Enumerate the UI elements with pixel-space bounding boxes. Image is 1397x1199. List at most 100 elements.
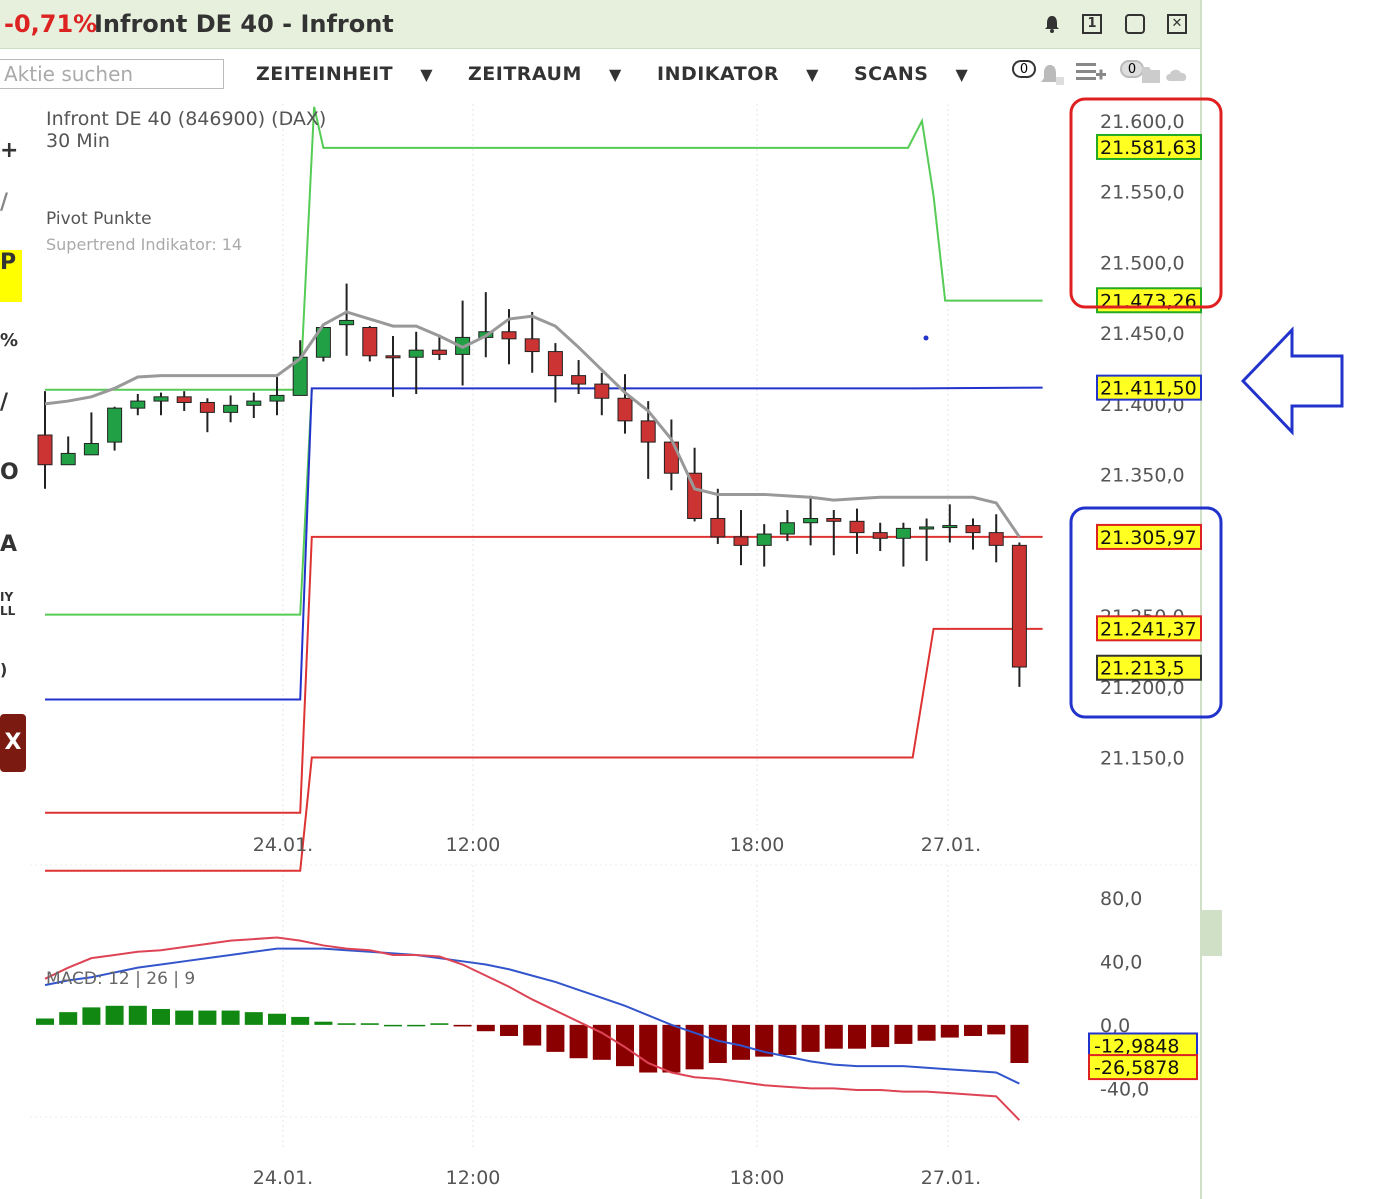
pivot-legend: Pivot Punkte <box>46 209 152 229</box>
macd-tick-label: 40,0 <box>1100 951 1142 973</box>
candle-down <box>710 517 726 538</box>
macd-legend: MACD: 12 | 26 | 9 <box>46 969 195 989</box>
macd-x-tick-label: 27.01. <box>921 1167 981 1189</box>
macd-histogram-bar <box>964 1024 982 1036</box>
macd-histogram-bar <box>244 1012 263 1025</box>
x-tick-label: 24.01. <box>253 834 313 856</box>
macd-histogram-bar <box>152 1008 170 1025</box>
macd-histogram-bar <box>523 1024 542 1046</box>
candle-up <box>942 525 958 529</box>
macd-histogram-bar <box>105 1005 124 1025</box>
price-label-text: 21.241,37 <box>1100 618 1197 640</box>
macd-histogram-bar <box>221 1010 240 1025</box>
price-label-text: 21.473,26 <box>1100 290 1197 312</box>
candle-down <box>362 327 378 357</box>
macd-histogram-bar <box>175 1010 194 1025</box>
macd-tick-label: -40,0 <box>1100 1078 1149 1100</box>
candle-down <box>733 536 749 546</box>
macd-histogram-bar <box>337 1023 356 1025</box>
macd-histogram-bar <box>268 1013 286 1025</box>
candle-up <box>339 319 355 326</box>
macd-histogram-bar <box>569 1024 588 1059</box>
macd-tick-label: 80,0 <box>1100 888 1142 910</box>
macd-histogram-bar <box>128 1005 147 1025</box>
candle-down <box>547 351 563 377</box>
pivot-line-red_upper <box>45 535 1043 814</box>
macd-histogram-bar <box>198 1010 217 1025</box>
candle-up <box>803 517 819 524</box>
candle-down <box>37 434 53 466</box>
macd-x-tick-label: 12:00 <box>446 1167 501 1189</box>
price-tick-label: 21.600,0 <box>1100 111 1185 133</box>
macd-histogram-bar <box>917 1024 936 1041</box>
macd-histogram-bar <box>778 1024 797 1056</box>
candle-up <box>895 527 911 539</box>
macd-histogram-bar <box>871 1024 890 1048</box>
macd-histogram-bar <box>360 1023 379 1025</box>
candle-up <box>60 452 76 466</box>
supertrend-legend: Supertrend Indikator: 14 <box>46 235 242 254</box>
price-label-text: 21.213,5 <box>1100 658 1185 680</box>
macd-histogram-bar <box>824 1024 843 1049</box>
price-label-text: 21.411,50 <box>1100 378 1197 400</box>
x-tick-label: 27.01. <box>921 834 981 856</box>
candle-up <box>130 400 146 409</box>
macd-histogram-bar <box>291 1016 310 1025</box>
candle-down <box>988 532 1004 546</box>
marker-dot <box>923 335 929 341</box>
macd-histogram-bar <box>801 1024 820 1052</box>
candle-up <box>919 526 935 530</box>
macd-histogram-bar <box>59 1012 78 1025</box>
x-tick-label: 12:00 <box>446 834 501 856</box>
macd-value-text: -26,5878 <box>1094 1057 1179 1079</box>
macd-histogram-bar <box>987 1024 1006 1035</box>
candle-up <box>756 533 772 546</box>
macd-histogram-bar <box>430 1023 449 1025</box>
arrow-left-icon <box>1240 326 1344 436</box>
instrument-label: Infront DE 40 (846900) (DAX) <box>46 108 326 130</box>
candle-down <box>617 397 633 422</box>
candle-down <box>176 396 192 403</box>
macd-histogram-bar <box>476 1024 495 1032</box>
price-tick-label: 21.450,0 <box>1100 323 1185 345</box>
candle-down <box>640 420 656 443</box>
macd-histogram-bar <box>662 1024 681 1073</box>
macd-histogram-bar <box>894 1024 913 1044</box>
macd-histogram-bar <box>36 1018 54 1025</box>
price-tick-label: 21.550,0 <box>1100 182 1185 204</box>
macd-histogram-bar <box>616 1024 634 1067</box>
macd-histogram-bar <box>546 1024 565 1052</box>
price-label-text: 21.581,63 <box>1100 137 1197 159</box>
candle-down <box>849 520 865 534</box>
macd-histogram-bar <box>500 1024 518 1036</box>
candle-down <box>571 375 587 385</box>
pivot-line-blue <box>45 386 1043 701</box>
price-tick-label: 21.350,0 <box>1100 465 1185 487</box>
price-tick-label: 21.500,0 <box>1100 252 1185 274</box>
chart-canvas[interactable]: 21.600,021.550,021.500,021.450,021.400,0… <box>0 0 1397 1199</box>
macd-x-tick-label: 18:00 <box>730 1167 785 1189</box>
macd-histogram-bar <box>453 1024 472 1027</box>
x-tick-label: 18:00 <box>730 834 785 856</box>
interval-label: 30 Min <box>46 130 110 152</box>
macd-histogram-bar <box>848 1024 866 1049</box>
candle-down <box>1011 544 1027 668</box>
macd-x-tick-label: 24.01. <box>253 1167 313 1189</box>
candle-down <box>965 525 981 534</box>
candle-up <box>269 394 285 402</box>
price-tick-label: 21.150,0 <box>1100 748 1185 770</box>
price-label-text: 21.305,97 <box>1100 527 1197 549</box>
macd-histogram-bar <box>708 1024 727 1063</box>
candle-down <box>872 532 888 539</box>
candle-up <box>153 396 169 402</box>
candle-down <box>501 331 517 340</box>
candle-up <box>246 400 262 406</box>
candle-down <box>594 383 610 399</box>
candle-down <box>524 338 540 353</box>
candle-down <box>431 349 447 355</box>
candle-up <box>83 443 99 456</box>
macd-histogram-bar <box>82 1007 101 1025</box>
macd-histogram-bar <box>407 1024 426 1027</box>
macd-histogram-bar <box>732 1024 750 1060</box>
macd-histogram-bar <box>1010 1024 1029 1063</box>
